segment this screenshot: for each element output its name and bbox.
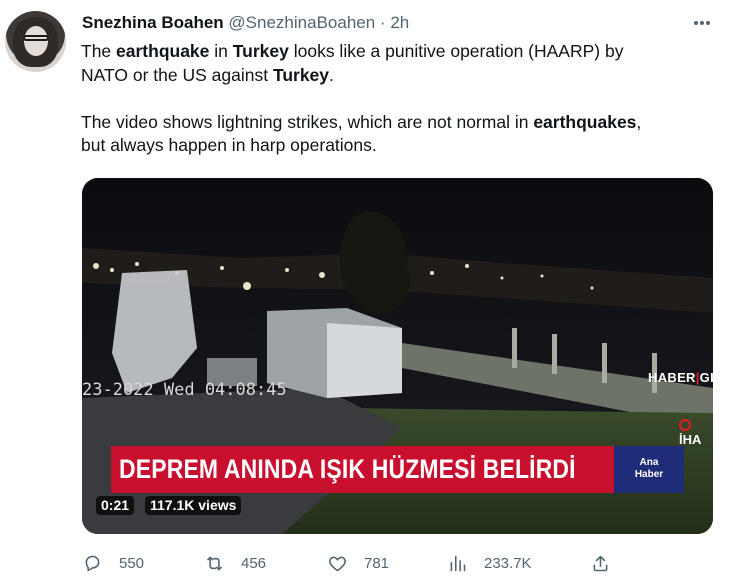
video-duration: 0:21 <box>96 496 135 515</box>
reply-button[interactable]: 550 <box>82 550 144 576</box>
tweet-text: The earthquake in Turkey looks like a pu… <box>81 40 721 158</box>
text-run: in <box>209 41 233 61</box>
reply-count: 550 <box>119 554 145 572</box>
more-icon[interactable] <box>690 13 714 33</box>
views-count: 233.7K <box>484 554 532 572</box>
bold-word: earthquake <box>116 41 210 61</box>
tweet-line: NATO or the US against Turkey. <box>81 64 721 88</box>
like-button[interactable]: 781 <box>327 550 389 576</box>
tweet-header: Snezhina Boahen @SnezhinaBoahen · 2h <box>82 13 409 33</box>
bold-word: Turkey <box>232 41 289 61</box>
video-views: 117.1K views <box>145 496 242 515</box>
text-run: The video shows lightning strikes, which… <box>81 111 534 132</box>
text-run: . <box>329 64 334 85</box>
text-run: looks like a punitive operation (HAARP) … <box>288 41 624 61</box>
tweet-line: The video shows lightning strikes, which… <box>81 111 721 135</box>
separator-dot: · <box>379 13 386 32</box>
share-icon <box>593 555 608 571</box>
author-name[interactable]: Snezhina Boahen <box>82 13 224 32</box>
banner-program: Ana Haber <box>614 446 684 493</box>
bold-word: Turkey <box>272 64 330 85</box>
broadcaster-logo: HABER|GLOBAL <box>648 370 713 385</box>
agency-logo: İHA <box>679 417 713 447</box>
video-timestamp: 23-2022 Wed 04:08:45 <box>82 380 287 400</box>
share-button[interactable] <box>590 550 611 576</box>
avatar[interactable] <box>5 11 66 72</box>
reply-icon <box>85 555 100 571</box>
text-run: but always happen in harp operations. <box>81 135 377 155</box>
retweet-count: 456 <box>241 554 267 572</box>
author-handle[interactable]: @SnezhinaBoahen <box>228 13 375 32</box>
analytics-icon <box>450 555 466 571</box>
text-run: The <box>81 41 117 61</box>
agency-ring-icon <box>679 419 691 431</box>
text-run: , <box>636 111 642 132</box>
like-count: 781 <box>364 554 390 572</box>
heart-icon <box>329 556 346 571</box>
bold-word: earthquakes <box>533 111 637 132</box>
news-banner: DEPREM ANINDA IŞIK HÜZMESİ BELİRDİ Ana H… <box>111 446 684 493</box>
banner-headline: DEPREM ANINDA IŞIK HÜZMESİ BELİRDİ <box>119 454 576 484</box>
text-run: NATO or the US against <box>81 64 273 85</box>
retweet-icon <box>207 556 222 570</box>
views-button[interactable]: 233.7K <box>447 550 532 576</box>
tweet-line: The earthquake in Turkey looks like a pu… <box>81 40 721 64</box>
tweet-line: but always happen in harp operations. <box>81 134 721 158</box>
action-bar: 550 456 781 233.7K <box>0 550 740 580</box>
retweet-button[interactable]: 456 <box>204 550 266 576</box>
tweet-time[interactable]: 2h <box>390 13 409 32</box>
tweet[interactable]: Snezhina Boahen @SnezhinaBoahen · 2h The… <box>0 0 740 587</box>
